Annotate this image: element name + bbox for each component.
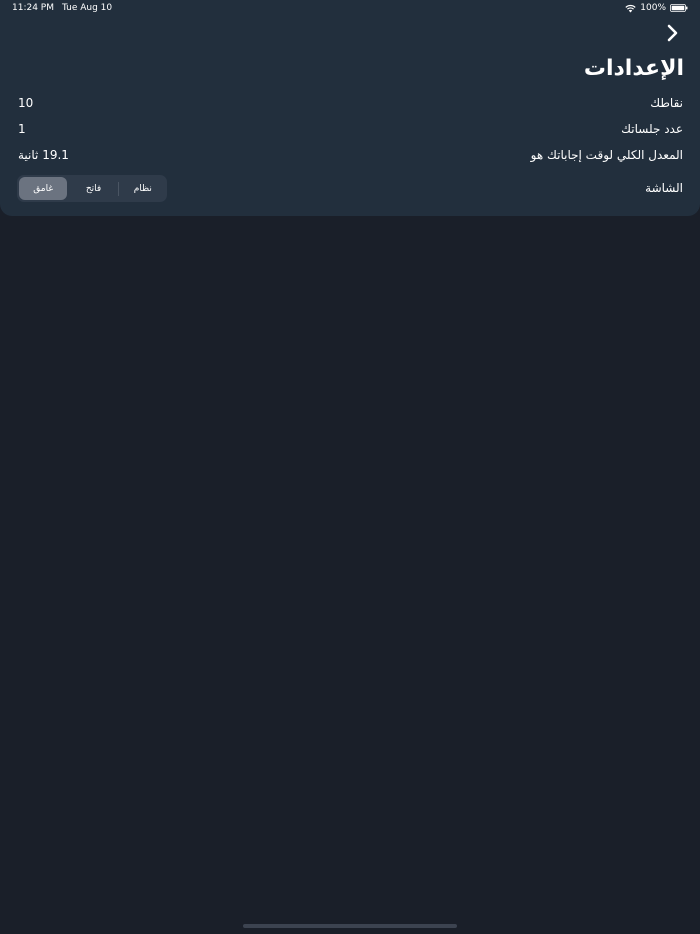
points-value: 10 — [18, 96, 34, 110]
sessions-row: 1 عدد جلساتك — [18, 119, 683, 139]
average-time-label: المعدل الكلي لوقت إجاباتك هو — [530, 148, 683, 162]
battery-percent: 100% — [640, 3, 666, 13]
status-time: 11:24 PM — [12, 3, 54, 13]
average-time-value: 19.1 ثانية — [18, 148, 69, 162]
page-title: الإعدادات — [583, 56, 684, 81]
points-row: 10 نقاطك — [18, 93, 683, 113]
theme-option-light[interactable]: فاتح — [69, 175, 117, 202]
wifi-icon — [625, 4, 636, 13]
theme-option-dark[interactable]: غامق — [19, 177, 68, 200]
theme-segmented-control[interactable]: غامق فاتح نظام — [17, 175, 167, 202]
status-bar: 11:24 PM Tue Aug 10 100% — [0, 0, 700, 16]
theme-option-system[interactable]: نظام — [119, 175, 167, 202]
settings-panel: 11:24 PM Tue Aug 10 100% الإعدادات 10 نق… — [0, 0, 700, 216]
average-time-row: 19.1 ثانية المعدل الكلي لوقت إجاباتك هو — [18, 145, 683, 165]
back-button[interactable] — [664, 24, 682, 42]
sessions-value: 1 — [18, 122, 26, 136]
points-label: نقاطك — [650, 96, 683, 110]
theme-label: الشاشة — [645, 181, 683, 195]
battery-icon — [670, 4, 688, 12]
status-date: Tue Aug 10 — [62, 3, 113, 13]
status-left: 11:24 PM Tue Aug 10 — [12, 3, 112, 13]
home-indicator — [243, 924, 457, 928]
status-right: 100% — [625, 3, 688, 13]
settings-screen: 11:24 PM Tue Aug 10 100% الإعدادات 10 نق… — [0, 0, 700, 934]
chevron-right-icon — [664, 24, 682, 46]
sessions-label: عدد جلساتك — [621, 122, 683, 136]
